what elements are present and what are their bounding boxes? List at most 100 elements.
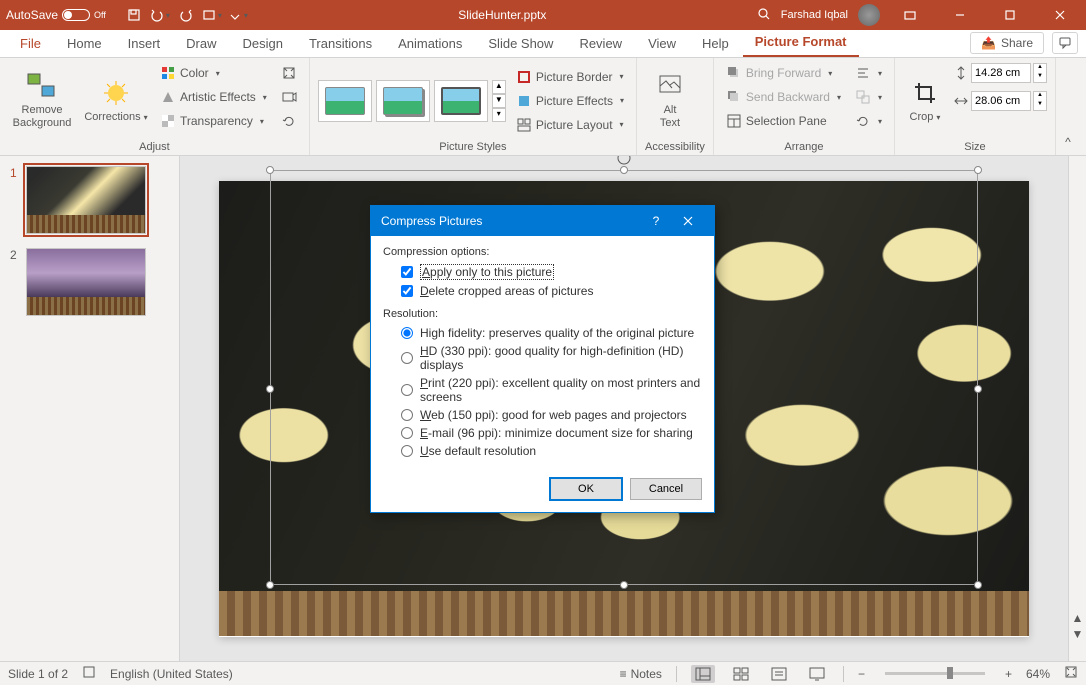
tab-view[interactable]: View	[636, 30, 688, 57]
tab-design[interactable]: Design	[231, 30, 295, 57]
handle-br[interactable]	[974, 581, 982, 589]
normal-view-button[interactable]	[691, 665, 715, 683]
picture-effects-button[interactable]: Picture Effects	[512, 90, 628, 112]
artistic-effects-button[interactable]: Artistic Effects	[156, 86, 271, 108]
tab-help[interactable]: Help	[690, 30, 741, 57]
fit-to-window-button[interactable]	[1064, 665, 1078, 682]
width-down[interactable]: ▼	[1034, 101, 1046, 110]
collapse-ribbon-button[interactable]: ^	[1056, 58, 1080, 155]
zoom-thumb[interactable]	[947, 667, 953, 679]
style-thumb-3[interactable]	[434, 80, 488, 122]
bring-forward-button[interactable]: Bring Forward	[722, 62, 845, 84]
tab-draw[interactable]: Draw	[174, 30, 228, 57]
gallery-up[interactable]: ▲	[492, 80, 506, 94]
tab-slideshow[interactable]: Slide Show	[476, 30, 565, 57]
dialog-close-button[interactable]	[672, 206, 704, 236]
send-backward-button[interactable]: Send Backward	[722, 86, 845, 108]
print-radio[interactable]	[401, 384, 413, 396]
height-up[interactable]: ▲	[1034, 64, 1046, 73]
high-fidelity-option[interactable]: High fidelity: preserves quality of the …	[383, 324, 702, 342]
handle-bl[interactable]	[266, 581, 274, 589]
zoom-value[interactable]: 64%	[1026, 667, 1050, 681]
ribbon-display-button[interactable]	[890, 0, 930, 30]
corrections-button[interactable]: Corrections	[82, 62, 150, 138]
delete-cropped-checkbox[interactable]	[401, 285, 413, 297]
reset-picture-button[interactable]	[277, 110, 301, 132]
cancel-button[interactable]: Cancel	[630, 478, 702, 500]
color-button[interactable]: Color	[156, 62, 271, 84]
remove-background-button[interactable]: Remove Background	[8, 62, 76, 138]
tab-picture-format[interactable]: Picture Format	[743, 28, 859, 57]
zoom-out-button[interactable]: −	[858, 667, 865, 681]
minimize-button[interactable]	[940, 0, 980, 30]
handle-tl[interactable]	[266, 166, 274, 174]
delete-cropped-option[interactable]: Delete cropped areas of pictures	[383, 282, 702, 300]
alt-text-button[interactable]: Alt Text	[645, 62, 695, 138]
picture-layout-button[interactable]: Picture Layout	[512, 114, 628, 136]
tab-animations[interactable]: Animations	[386, 30, 474, 57]
tab-home[interactable]: Home	[55, 30, 114, 57]
align-button[interactable]	[851, 62, 886, 84]
tab-transitions[interactable]: Transitions	[297, 30, 384, 57]
height-input[interactable]	[971, 63, 1031, 83]
picture-border-button[interactable]: Picture Border	[512, 66, 628, 88]
notes-button[interactable]: ≡ Notes	[620, 667, 662, 681]
qat-more-button[interactable]	[228, 5, 248, 25]
ok-button[interactable]: OK	[550, 478, 622, 500]
rotate-button[interactable]	[851, 110, 886, 132]
high-fidelity-radio[interactable]	[401, 327, 413, 339]
slideshow-view-button[interactable]	[805, 665, 829, 683]
maximize-button[interactable]	[990, 0, 1030, 30]
handle-mr[interactable]	[974, 385, 982, 393]
group-button[interactable]	[851, 86, 886, 108]
email-option[interactable]: E-mail (96 ppi): minimize document size …	[383, 424, 702, 442]
from-beginning-button[interactable]	[202, 5, 222, 25]
sorter-view-button[interactable]	[729, 665, 753, 683]
close-button[interactable]	[1040, 0, 1080, 30]
default-res-radio[interactable]	[401, 445, 413, 457]
slide-thumb-2[interactable]	[26, 248, 146, 316]
gallery-more[interactable]: ▾	[492, 108, 506, 122]
comments-button[interactable]	[1052, 32, 1078, 54]
height-down[interactable]: ▼	[1034, 73, 1046, 82]
style-thumb-1[interactable]	[318, 80, 372, 122]
accessibility-checker-icon[interactable]	[82, 665, 96, 682]
handle-ml[interactable]	[266, 385, 274, 393]
zoom-in-button[interactable]: +	[1005, 667, 1012, 681]
crop-button[interactable]: Crop	[903, 62, 947, 138]
handle-bm[interactable]	[620, 581, 628, 589]
tab-insert[interactable]: Insert	[116, 30, 173, 57]
width-input[interactable]	[971, 91, 1031, 111]
apply-only-option[interactable]: Apply only to this picture	[383, 262, 702, 282]
gallery-down[interactable]: ▼	[492, 94, 506, 108]
style-thumb-2[interactable]	[376, 80, 430, 122]
dialog-titlebar[interactable]: Compress Pictures ?	[371, 206, 714, 236]
avatar[interactable]	[858, 4, 880, 26]
redo-button[interactable]	[176, 5, 196, 25]
compress-pictures-button[interactable]	[277, 62, 301, 84]
slide-indicator[interactable]: Slide 1 of 2	[8, 667, 68, 681]
search-icon[interactable]	[757, 7, 771, 24]
apply-only-checkbox[interactable]	[401, 266, 413, 278]
tab-file[interactable]: File	[8, 30, 53, 57]
print-option[interactable]: Print (220 ppi): excellent quality on mo…	[383, 374, 702, 406]
dialog-help-button[interactable]: ?	[640, 206, 672, 236]
change-picture-button[interactable]	[277, 86, 301, 108]
reading-view-button[interactable]	[767, 665, 791, 683]
selection-pane-button[interactable]: Selection Pane	[722, 110, 845, 132]
web-radio[interactable]	[401, 409, 413, 421]
autosave-toggle[interactable]: AutoSave Off	[6, 8, 106, 22]
hd-radio[interactable]	[401, 352, 413, 364]
handle-tm[interactable]	[620, 166, 628, 174]
default-res-option[interactable]: Use default resolution	[383, 442, 702, 460]
next-slide-icon[interactable]: ▼	[1072, 627, 1084, 641]
zoom-slider[interactable]	[885, 672, 985, 675]
width-up[interactable]: ▲	[1034, 92, 1046, 101]
hd-option[interactable]: HD (330 ppi): good quality for high-defi…	[383, 342, 702, 374]
save-icon[interactable]	[124, 5, 144, 25]
email-radio[interactable]	[401, 427, 413, 439]
transparency-button[interactable]: Transparency	[156, 110, 271, 132]
tab-review[interactable]: Review	[567, 30, 634, 57]
language-indicator[interactable]: English (United States)	[110, 667, 233, 681]
share-button[interactable]: 📤Share	[970, 32, 1044, 54]
